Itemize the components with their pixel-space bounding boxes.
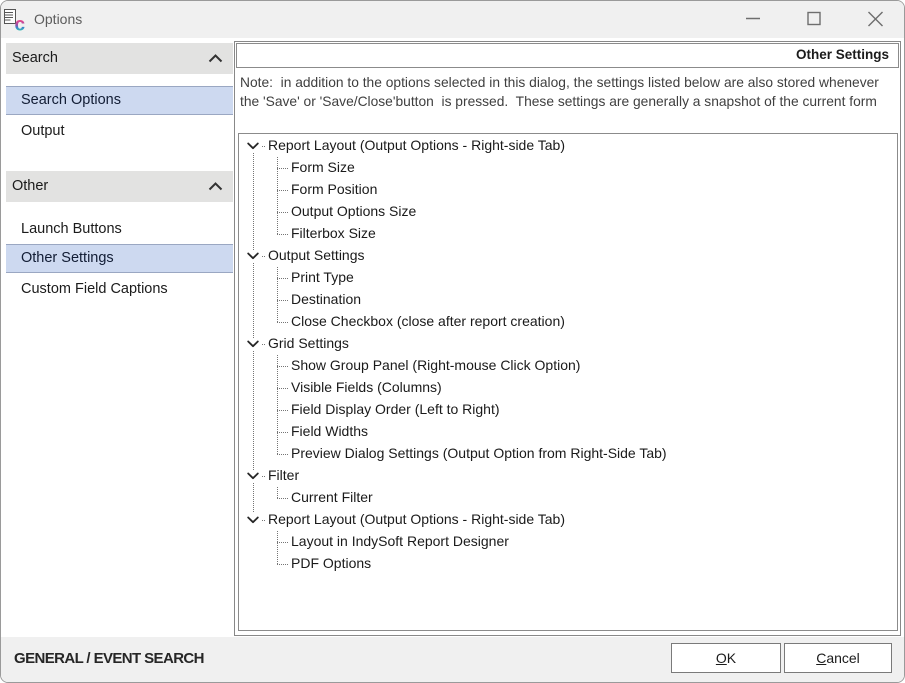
svg-text:c: c bbox=[15, 15, 26, 33]
